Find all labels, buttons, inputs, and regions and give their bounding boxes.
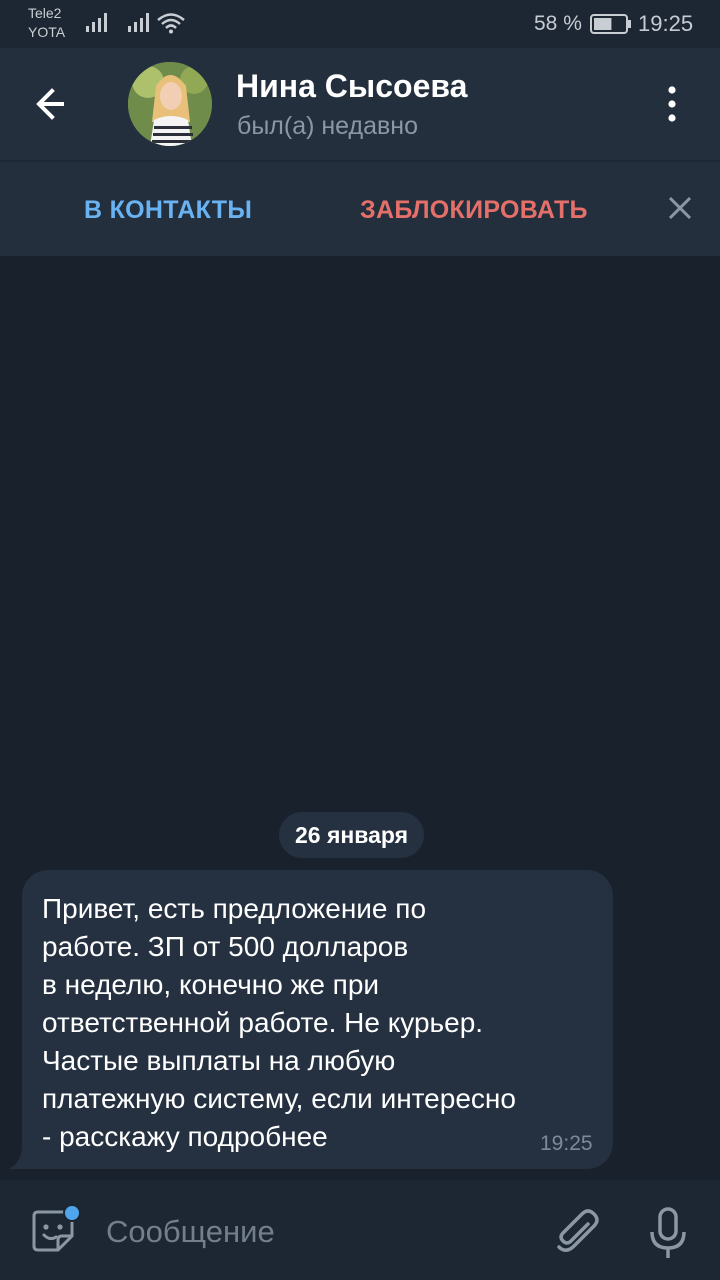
message-time: 19:25 xyxy=(540,1132,593,1155)
more-options-button[interactable] xyxy=(654,84,690,124)
paperclip-icon xyxy=(557,1209,599,1252)
avatar-photo xyxy=(128,62,212,146)
signal-strength-icon xyxy=(86,13,107,32)
carrier-2: YOTA xyxy=(28,24,66,40)
unknown-contact-bar: В КОНТАКТЫ ЗАБЛОКИРОВАТЬ xyxy=(0,160,720,258)
status-bar: Tele2 YOTA 58 % 19:25 xyxy=(0,0,720,48)
carrier-1: Tele2 xyxy=(28,5,62,21)
status-time: 19:25 xyxy=(638,11,694,36)
sticker-icon xyxy=(32,1204,81,1252)
microphone-icon xyxy=(650,1207,686,1258)
contact-name[interactable]: Нина Сысоева xyxy=(236,68,467,105)
chat-header: Нина Сысоева был(а) недавно xyxy=(0,48,720,160)
battery-percent: 58 % xyxy=(534,12,582,35)
signal-strength-icon xyxy=(128,13,149,32)
bubble-tail xyxy=(8,1148,28,1169)
message-text: Привет, есть предложение по работе. ЗП о… xyxy=(42,893,516,1152)
back-button[interactable] xyxy=(30,82,80,126)
close-bar-button[interactable] xyxy=(664,192,696,224)
more-vertical-icon xyxy=(668,86,676,122)
message-input[interactable] xyxy=(104,1208,528,1256)
block-user-button[interactable]: ЗАБЛОКИРОВАТЬ xyxy=(360,196,588,225)
contact-status: был(а) недавно xyxy=(237,112,419,140)
wifi-icon xyxy=(157,13,185,34)
contact-avatar[interactable] xyxy=(128,62,212,146)
voice-message-button[interactable] xyxy=(646,1206,690,1262)
message-list[interactable]: 26 января Привет, есть предложение по ра… xyxy=(0,256,720,1180)
attach-button[interactable] xyxy=(552,1206,602,1258)
carrier-labels: Tele2 YOTA xyxy=(28,4,65,42)
date-separator: 26 января xyxy=(279,812,425,858)
battery-icon xyxy=(590,14,631,34)
close-icon xyxy=(668,196,692,220)
add-to-contacts-button[interactable]: В КОНТАКТЫ xyxy=(84,196,252,225)
unread-dot xyxy=(63,1204,81,1222)
message-bubble[interactable]: Привет, есть предложение по работе. ЗП о… xyxy=(22,870,613,1169)
sticker-button[interactable] xyxy=(28,1204,81,1258)
message-composer xyxy=(0,1182,720,1280)
arrow-left-icon xyxy=(36,88,64,120)
